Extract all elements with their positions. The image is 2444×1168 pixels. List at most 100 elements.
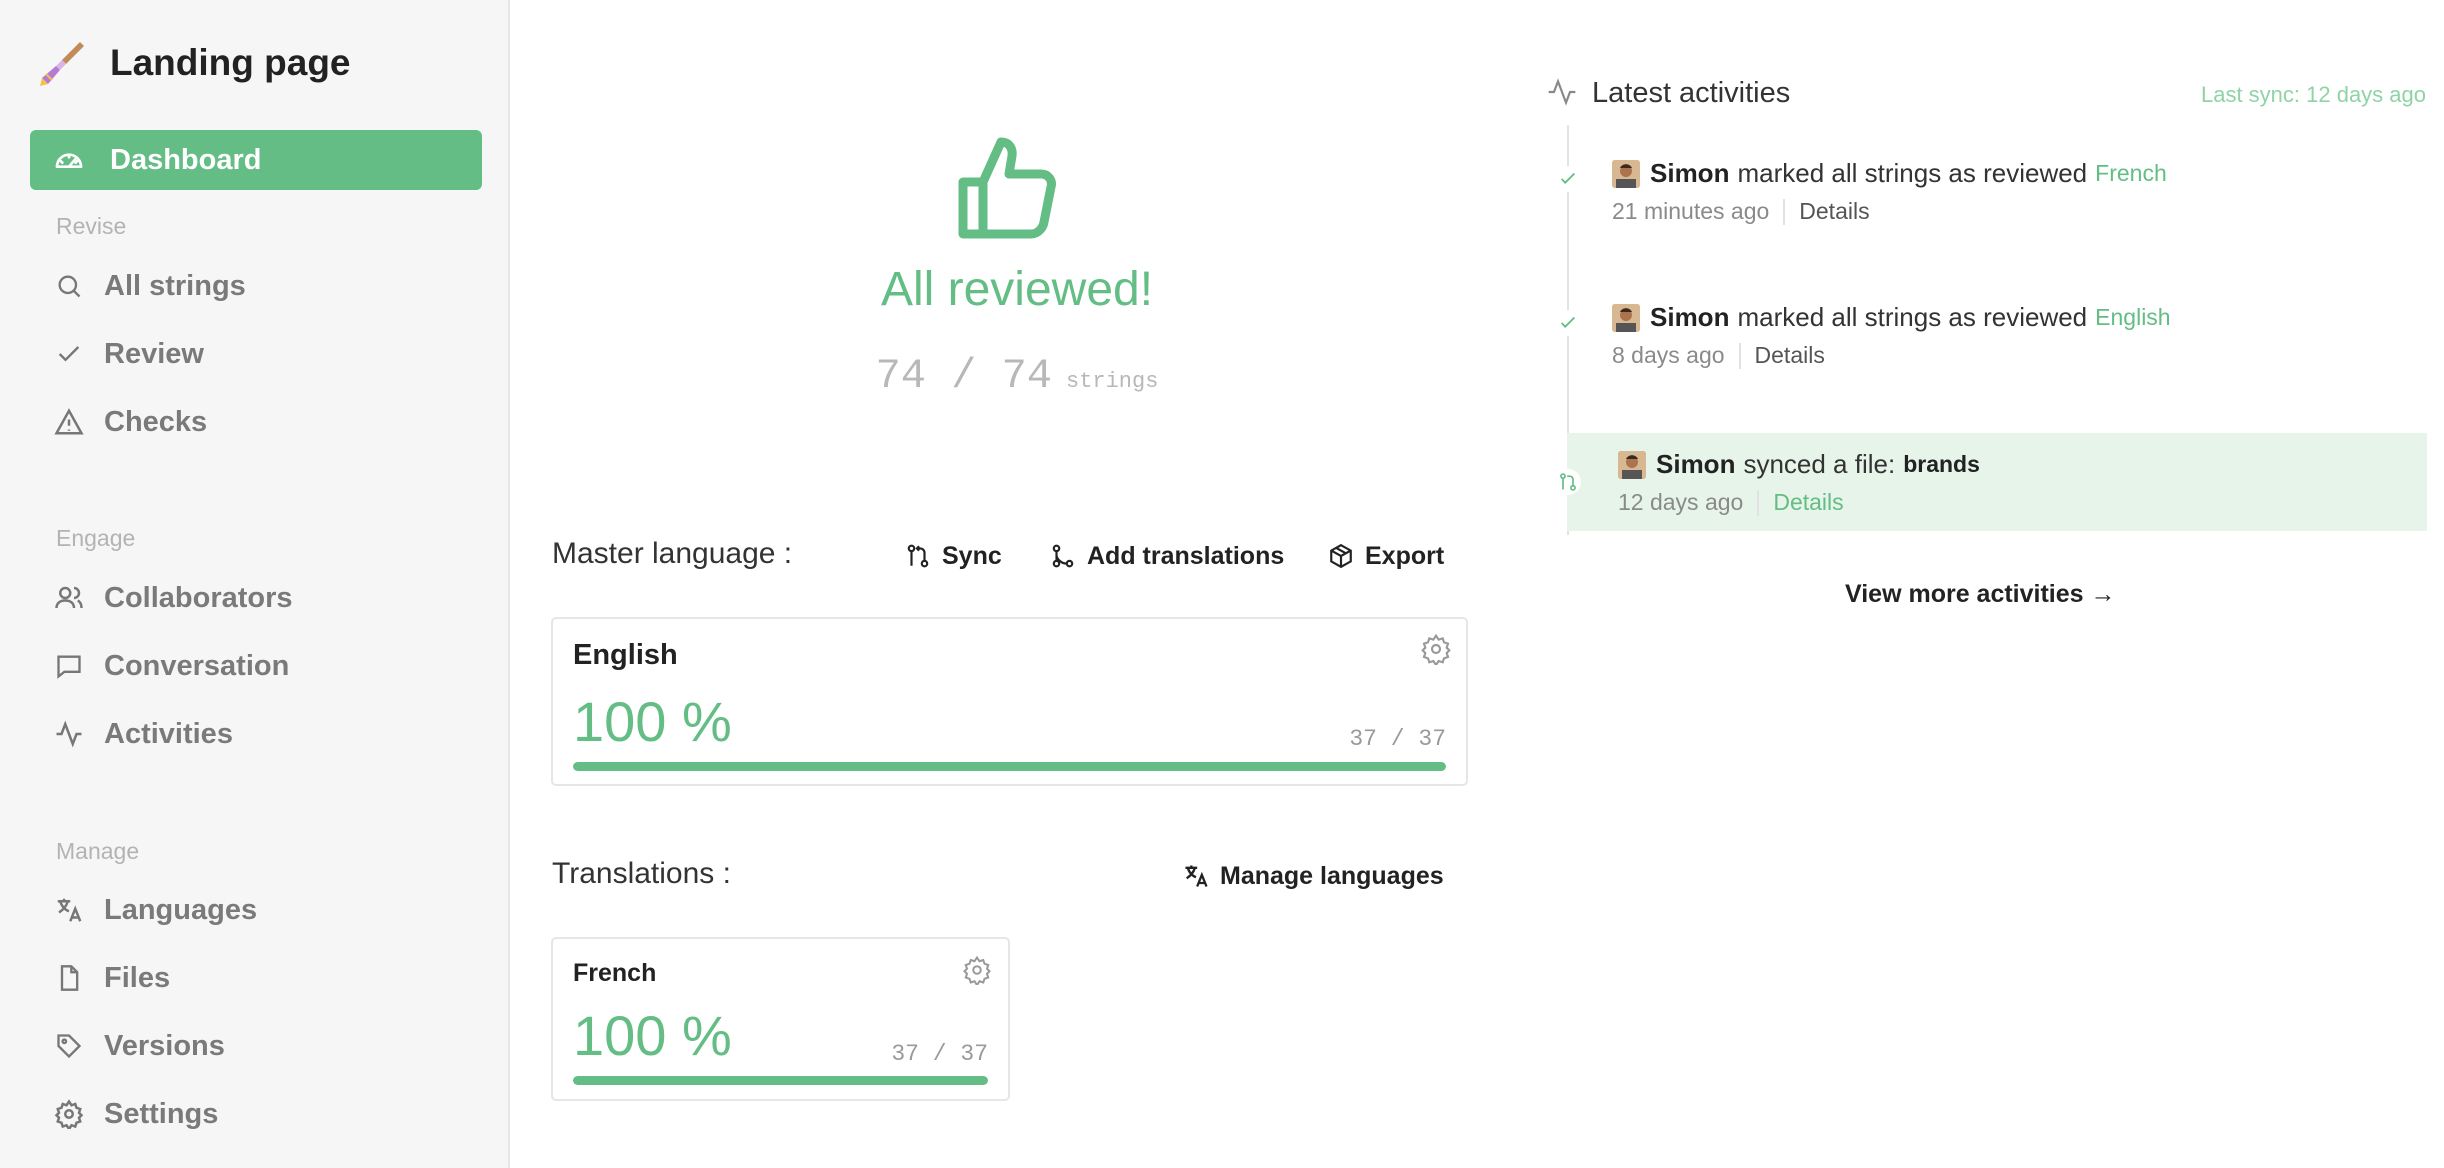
activity-item: Simon marked all strings as reviewed Fre… bbox=[1555, 150, 2427, 240]
language-card-english[interactable]: English 100 % 37 / 37 bbox=[551, 617, 1468, 786]
completion-percent: 100 % bbox=[573, 690, 732, 753]
avatar bbox=[1618, 450, 1646, 479]
sidebar-item-all-strings[interactable]: All strings bbox=[52, 264, 246, 308]
manage-languages-button[interactable]: Manage languages bbox=[1182, 856, 1444, 896]
completion-count: 37 / 37 bbox=[1349, 726, 1446, 752]
file-icon bbox=[52, 961, 86, 995]
sidebar-item-label: Files bbox=[104, 961, 171, 994]
activity-meta: 21 minutes ago Details bbox=[1612, 198, 1870, 225]
export-button[interactable]: Export bbox=[1327, 536, 1444, 576]
section-engage: Engage bbox=[56, 525, 136, 551]
activity-language[interactable]: English bbox=[2095, 304, 2170, 331]
translate-icon bbox=[52, 893, 86, 927]
sidebar-item-activities[interactable]: Activities bbox=[52, 712, 233, 756]
translations-label: Translations : bbox=[552, 857, 731, 890]
divider bbox=[1757, 489, 1760, 516]
activity-text: Simon marked all strings as reviewed Eng… bbox=[1612, 302, 2171, 333]
activity-description: marked all strings as reviewed bbox=[1737, 158, 2088, 188]
activity-description: synced a file: bbox=[1743, 449, 1896, 479]
activity-time: 12 days ago bbox=[1618, 489, 1744, 515]
main-content: All reviewed! 74 / 74 strings Master lang… bbox=[512, 0, 2444, 1168]
details-link[interactable]: Details bbox=[1773, 489, 1843, 516]
sidebar-item-review[interactable]: Review bbox=[52, 332, 204, 376]
sidebar-item-checks[interactable]: Checks bbox=[52, 400, 207, 444]
completion-count: 37 / 37 bbox=[891, 1041, 988, 1067]
dashboard-icon bbox=[52, 143, 86, 177]
tag-icon bbox=[52, 1029, 86, 1063]
sidebar-item-languages[interactable]: Languages bbox=[52, 888, 257, 932]
activity-item-highlighted: Simon synced a file: brands 12 days ago … bbox=[1555, 433, 2427, 531]
chat-icon bbox=[52, 649, 86, 683]
review-count: 74 / 74 strings bbox=[812, 352, 1222, 400]
sidebar-item-dashboard[interactable]: Dashboard bbox=[30, 130, 482, 190]
view-more-activities-link[interactable]: View more activities → bbox=[1845, 580, 2116, 609]
last-sync-text: Last sync: 12 days ago bbox=[2200, 82, 2426, 107]
add-translations-button[interactable]: Add translations bbox=[1049, 536, 1284, 576]
gear-icon[interactable] bbox=[1420, 633, 1452, 667]
details-link[interactable]: Details bbox=[1755, 342, 1825, 369]
activity-icon bbox=[1546, 76, 1580, 110]
completion-percent: 100 % bbox=[573, 1004, 732, 1067]
activity-text: Simon marked all strings as reviewed Fre… bbox=[1612, 158, 2167, 189]
git-branch-icon bbox=[1049, 542, 1077, 570]
activity-meta: 12 days ago Details bbox=[1618, 489, 1844, 516]
export-label: Export bbox=[1365, 541, 1445, 570]
activity-user[interactable]: Simon bbox=[1650, 302, 1729, 333]
divider bbox=[1738, 342, 1741, 369]
activity-user[interactable]: Simon bbox=[1650, 158, 1729, 189]
sidebar-item-label: Versions bbox=[104, 1029, 225, 1062]
activity-time: 8 days ago bbox=[1612, 342, 1725, 368]
review-status-title: All reviewed! bbox=[880, 263, 1154, 316]
sidebar-item-label: Conversation bbox=[104, 649, 290, 682]
language-name: English bbox=[573, 639, 678, 671]
sidebar-item-label: Collaborators bbox=[104, 581, 293, 614]
activity-icon bbox=[52, 717, 86, 751]
sidebar-item-files[interactable]: Files bbox=[52, 956, 170, 1000]
activity-meta: 8 days ago Details bbox=[1612, 342, 1825, 369]
activity-user[interactable]: Simon bbox=[1656, 449, 1735, 480]
git-pull-icon bbox=[904, 542, 932, 570]
sidebar-item-versions[interactable]: Versions bbox=[52, 1024, 225, 1068]
review-count-value: 74 / 74 bbox=[875, 352, 1052, 400]
search-icon bbox=[52, 269, 86, 303]
users-icon bbox=[52, 581, 86, 615]
activities-header: Latest activities bbox=[1546, 76, 1790, 110]
activity-text: Simon synced a file: brands bbox=[1618, 449, 1980, 480]
sidebar-item-label: Checks bbox=[104, 405, 208, 438]
check-icon bbox=[52, 337, 86, 371]
sidebar-item-settings[interactable]: Settings bbox=[52, 1092, 218, 1136]
thumbs-up-icon bbox=[955, 132, 1065, 242]
sync-label: Sync bbox=[942, 541, 1002, 570]
sidebar-item-label: All strings bbox=[104, 269, 246, 302]
details-link[interactable]: Details bbox=[1799, 198, 1869, 225]
gear-icon[interactable] bbox=[962, 955, 994, 987]
language-card-french[interactable]: French 100 % 37 / 37 bbox=[551, 937, 1010, 1101]
activities-title: Latest activities bbox=[1592, 76, 1791, 109]
activity-file[interactable]: brands bbox=[1903, 451, 1980, 478]
activity-description: marked all strings as reviewed bbox=[1737, 302, 2088, 332]
translate-icon bbox=[1182, 862, 1210, 890]
sync-button[interactable]: Sync bbox=[904, 536, 1002, 576]
add-translations-label: Add translations bbox=[1087, 541, 1285, 570]
section-revise: Revise bbox=[56, 213, 127, 239]
section-manage: Manage bbox=[56, 838, 140, 864]
divider bbox=[1783, 198, 1786, 225]
check-icon bbox=[1555, 310, 1581, 336]
gear-icon bbox=[52, 1097, 86, 1131]
sidebar-item-label: Settings bbox=[104, 1097, 219, 1130]
progress-bar bbox=[573, 762, 1446, 771]
sidebar-item-conversation[interactable]: Conversation bbox=[52, 644, 289, 688]
warning-icon bbox=[52, 405, 86, 439]
master-language-label: Master language : bbox=[552, 537, 793, 570]
manage-languages-label: Manage languages bbox=[1220, 861, 1444, 890]
progress-fill bbox=[573, 1076, 988, 1085]
broom-logo-icon bbox=[38, 38, 88, 88]
sidebar-item-label: Review bbox=[104, 337, 204, 370]
avatar bbox=[1612, 303, 1640, 332]
sidebar-item-label: Languages bbox=[104, 893, 258, 926]
sidebar-item-label: Activities bbox=[104, 717, 233, 750]
activity-language[interactable]: French bbox=[2095, 160, 2167, 187]
sidebar-item-label: Dashboard bbox=[110, 143, 262, 176]
activity-item: Simon marked all strings as reviewed Eng… bbox=[1555, 294, 2427, 384]
sidebar-item-collaborators[interactable]: Collaborators bbox=[52, 576, 293, 620]
